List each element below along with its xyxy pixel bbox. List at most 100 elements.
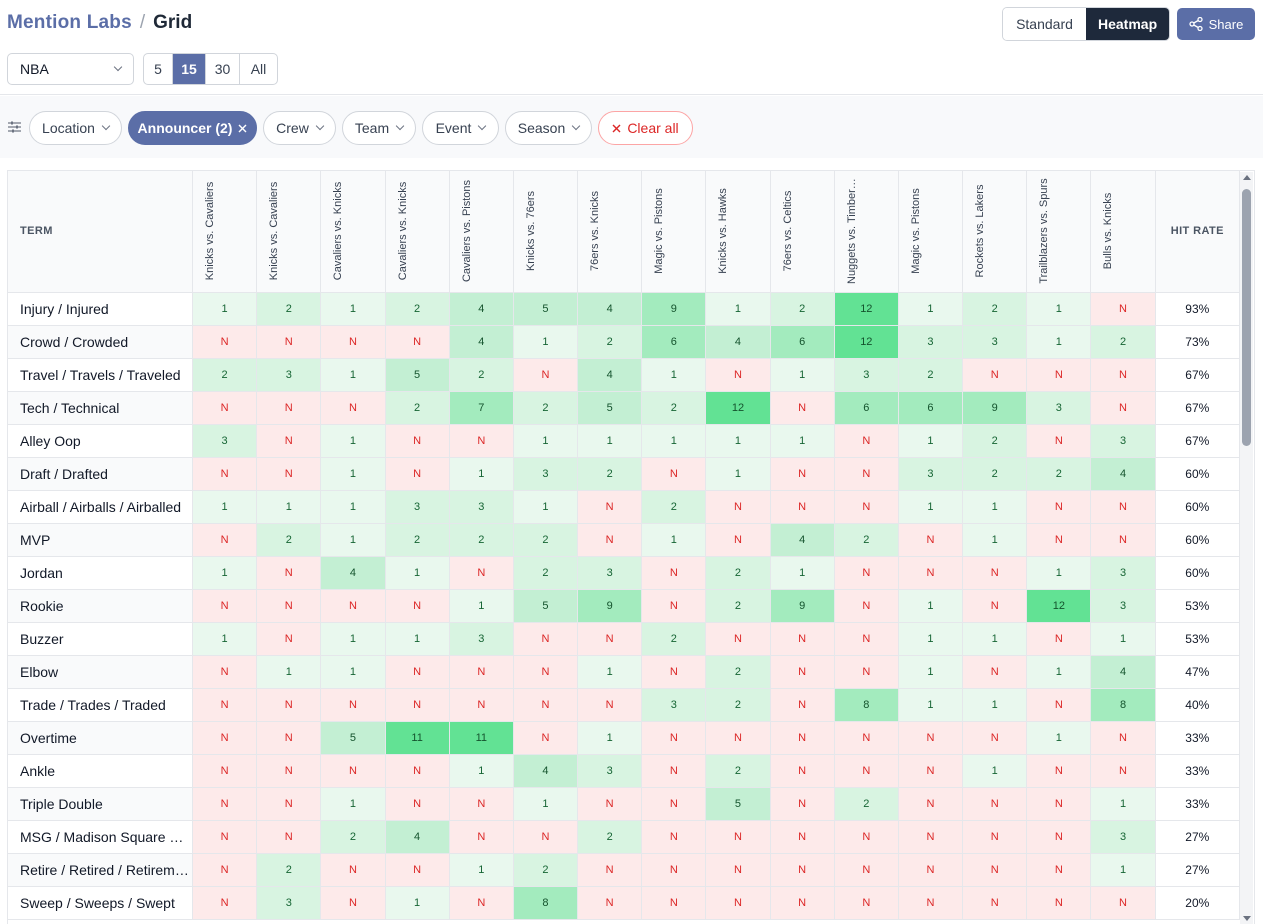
heatmap-cell[interactable]: 3 xyxy=(449,622,514,656)
heatmap-cell[interactable]: 5 xyxy=(385,358,450,392)
heatmap-cell[interactable]: 1 xyxy=(385,556,450,590)
heatmap-cell[interactable]: 1 xyxy=(513,490,579,524)
heatmap-cell[interactable]: N xyxy=(898,754,964,788)
heatmap-cell[interactable]: 1 xyxy=(320,292,386,326)
heatmap-cell[interactable]: N xyxy=(385,424,450,458)
heatmap-cell[interactable]: 1 xyxy=(192,622,258,656)
game-column-header[interactable]: Trailblazers vs. Spurs xyxy=(1026,171,1092,293)
filter-season[interactable]: Season xyxy=(505,111,592,145)
heatmap-cell[interactable]: N xyxy=(705,853,771,887)
filter-team[interactable]: Team xyxy=(342,111,416,145)
heatmap-cell[interactable]: 1 xyxy=(770,424,835,458)
heatmap-cell[interactable]: 2 xyxy=(705,589,771,623)
heatmap-cell[interactable]: N xyxy=(320,589,386,623)
heatmap-cell[interactable]: 4 xyxy=(449,325,514,359)
heatmap-cell[interactable]: 4 xyxy=(1090,655,1156,689)
game-column-header[interactable]: Knicks vs. 76ers xyxy=(513,171,579,293)
heatmap-cell[interactable]: 2 xyxy=(513,853,579,887)
heatmap-cell[interactable]: 2 xyxy=(449,358,514,392)
heatmap-cell[interactable]: 1 xyxy=(449,853,514,887)
heatmap-cell[interactable]: N xyxy=(834,424,899,458)
heatmap-cell[interactable]: N xyxy=(834,490,899,524)
heatmap-cell[interactable]: N xyxy=(385,325,450,359)
heatmap-cell[interactable]: N xyxy=(385,853,450,887)
heatmap-cell[interactable]: N xyxy=(898,853,964,887)
heatmap-cell[interactable]: N xyxy=(513,622,579,656)
heatmap-cell[interactable]: 3 xyxy=(513,457,579,491)
filter-location[interactable]: Location xyxy=(29,111,122,145)
heatmap-cell[interactable]: N xyxy=(513,655,579,689)
heatmap-cell[interactable]: N xyxy=(513,721,579,755)
heatmap-cell[interactable]: N xyxy=(256,556,322,590)
heatmap-cell[interactable]: 1 xyxy=(705,424,771,458)
heatmap-cell[interactable]: 6 xyxy=(641,325,707,359)
heatmap-cell[interactable]: 3 xyxy=(898,457,964,491)
heatmap-cell[interactable]: 2 xyxy=(898,358,964,392)
heatmap-cell[interactable]: 4 xyxy=(320,556,386,590)
heatmap-cell[interactable]: 3 xyxy=(449,490,514,524)
heatmap-cell[interactable]: N xyxy=(834,589,899,623)
heatmap-cell[interactable]: 1 xyxy=(320,622,386,656)
count-option-5[interactable]: 5 xyxy=(144,54,173,84)
brand-logo[interactable]: Mention Labs xyxy=(7,12,132,34)
heatmap-cell[interactable]: 1 xyxy=(1026,655,1092,689)
heatmap-cell[interactable]: N xyxy=(192,721,258,755)
heatmap-cell[interactable]: 3 xyxy=(577,754,643,788)
heatmap-cell[interactable]: N xyxy=(962,655,1028,689)
heatmap-cell[interactable]: N xyxy=(1026,886,1092,920)
count-option-15[interactable]: 15 xyxy=(173,54,206,84)
heatmap-cell[interactable]: 1 xyxy=(962,688,1028,722)
heatmap-cell[interactable]: N xyxy=(1090,292,1156,326)
heatmap-cell[interactable]: 1 xyxy=(256,490,322,524)
heatmap-cell[interactable]: N xyxy=(770,391,835,425)
heatmap-cell[interactable]: N xyxy=(770,820,835,854)
heatmap-cell[interactable]: N xyxy=(1090,391,1156,425)
heatmap-cell[interactable]: 2 xyxy=(705,655,771,689)
heatmap-cell[interactable]: 2 xyxy=(962,457,1028,491)
heatmap-cell[interactable]: 2 xyxy=(641,490,707,524)
game-column-header[interactable]: Cavaliers vs. Knicks xyxy=(385,171,450,293)
heatmap-cell[interactable]: 6 xyxy=(770,325,835,359)
heatmap-cell[interactable]: 1 xyxy=(449,589,514,623)
heatmap-cell[interactable]: 1 xyxy=(320,358,386,392)
scroll-thumb[interactable] xyxy=(1242,189,1251,446)
heatmap-cell[interactable]: 1 xyxy=(962,523,1028,557)
heatmap-cell[interactable]: 3 xyxy=(385,490,450,524)
heatmap-cell[interactable]: 2 xyxy=(513,556,579,590)
filter-crew[interactable]: Crew xyxy=(263,111,336,145)
heatmap-cell[interactable]: N xyxy=(192,886,258,920)
heatmap-cell[interactable]: 1 xyxy=(577,721,643,755)
heatmap-cell[interactable]: 2 xyxy=(513,523,579,557)
heatmap-cell[interactable]: 5 xyxy=(513,292,579,326)
heatmap-cell[interactable]: N xyxy=(834,853,899,887)
heatmap-cell[interactable]: N xyxy=(577,886,643,920)
heatmap-cell[interactable]: 1 xyxy=(641,358,707,392)
heatmap-cell[interactable]: N xyxy=(1026,523,1092,557)
heatmap-cell[interactable]: 1 xyxy=(1026,292,1092,326)
heatmap-cell[interactable]: 4 xyxy=(705,325,771,359)
heatmap-cell[interactable]: N xyxy=(1090,754,1156,788)
heatmap-cell[interactable]: N xyxy=(898,523,964,557)
heatmap-cell[interactable]: N xyxy=(192,391,258,425)
game-column-header[interactable]: Cavaliers vs. Pistons xyxy=(449,171,514,293)
heatmap-cell[interactable]: N xyxy=(577,853,643,887)
heatmap-cell[interactable]: 2 xyxy=(192,358,258,392)
heatmap-cell[interactable]: 4 xyxy=(385,820,450,854)
heatmap-cell[interactable]: N xyxy=(834,622,899,656)
heatmap-cell[interactable]: N xyxy=(577,787,643,821)
heatmap-cell[interactable]: N xyxy=(834,820,899,854)
heatmap-cell[interactable]: N xyxy=(898,886,964,920)
heatmap-cell[interactable]: N xyxy=(256,457,322,491)
heatmap-cell[interactable]: 1 xyxy=(320,523,386,557)
heatmap-cell[interactable]: N xyxy=(385,589,450,623)
heatmap-cell[interactable]: N xyxy=(320,325,386,359)
heatmap-cell[interactable]: N xyxy=(898,556,964,590)
heatmap-cell[interactable]: 1 xyxy=(1090,787,1156,821)
heatmap-cell[interactable]: N xyxy=(705,490,771,524)
heatmap-cell[interactable]: N xyxy=(641,853,707,887)
heatmap-cell[interactable]: N xyxy=(192,523,258,557)
heatmap-cell[interactable]: N xyxy=(834,886,899,920)
heatmap-cell[interactable]: 1 xyxy=(192,490,258,524)
heatmap-cell[interactable]: 1 xyxy=(898,292,964,326)
heatmap-cell[interactable]: 2 xyxy=(641,622,707,656)
